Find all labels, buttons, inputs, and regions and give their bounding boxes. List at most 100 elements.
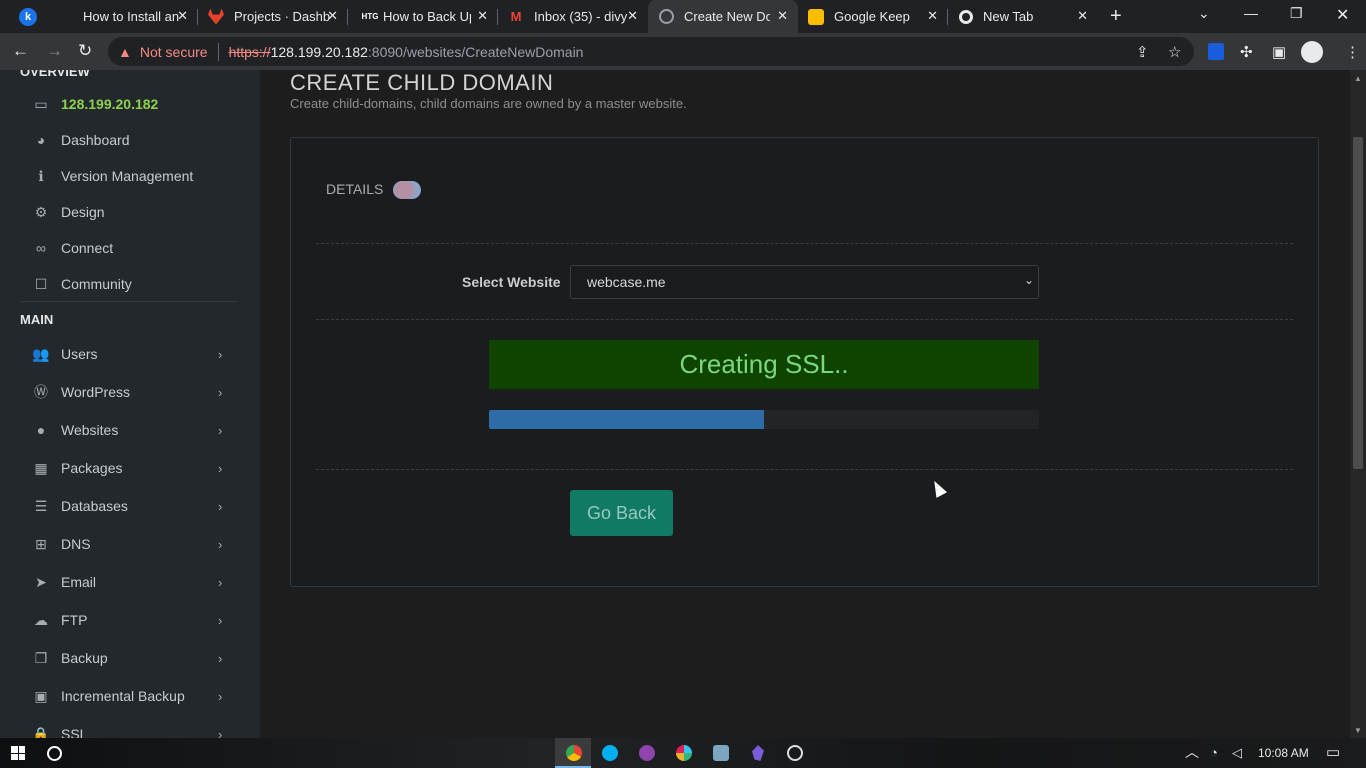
chevron-right-icon: › xyxy=(218,612,223,628)
sidebar-item-label: SSL xyxy=(61,726,88,738)
section-divider xyxy=(316,319,1293,320)
tray-chevron-icon[interactable]: ︿ xyxy=(1185,742,1199,762)
sidebar-item-connect[interactable]: ∞ Connect xyxy=(0,239,260,257)
close-icon[interactable]: ✕ xyxy=(327,8,338,24)
address-bar[interactable]: ▲ Not secure https://128.199.20.182:8090… xyxy=(108,37,1194,66)
close-icon[interactable]: ✕ xyxy=(777,8,788,24)
sidebar-item-label: Users xyxy=(61,346,98,362)
website-select[interactable]: webcase.me ⌄ xyxy=(570,265,1039,299)
sidebar-item-dns[interactable]: ⊞ DNS › xyxy=(0,535,260,553)
sidebar-item-users[interactable]: 👥 Users › xyxy=(0,345,260,363)
browser-tab[interactable]: M Inbox (35) - divy ✕ xyxy=(498,0,648,33)
scroll-down-icon[interactable]: ▼ xyxy=(1354,726,1362,735)
sidebar-item-label: Dashboard xyxy=(61,132,130,148)
browser-tab-active[interactable]: Create New Dom ✕ xyxy=(648,0,798,33)
details-label: DETAILS xyxy=(326,181,384,197)
sidebar-item-packages[interactable]: ▦ Packages › xyxy=(0,459,260,477)
obsidian-icon[interactable] xyxy=(752,745,764,761)
back-button[interactable]: ← xyxy=(12,41,29,61)
sidebar-item-label: Websites xyxy=(61,422,119,438)
share-icon[interactable]: ⇪ xyxy=(1136,43,1149,61)
scroll-up-icon[interactable]: ▲ xyxy=(1354,74,1362,83)
sidebar-item-ftp[interactable]: ☁ FTP › xyxy=(0,611,260,629)
sidebar-item-design[interactable]: ⚙ Design xyxy=(0,203,260,221)
restore-button[interactable]: ❐ xyxy=(1290,5,1303,22)
browser-tab[interactable]: How to Install an ✕ xyxy=(50,0,198,33)
sidebar-item-label: FTP xyxy=(61,612,88,628)
cloud-upload-icon: ☁ xyxy=(34,611,48,628)
chevron-right-icon: › xyxy=(218,536,223,552)
chrome-icon[interactable] xyxy=(566,745,582,761)
side-panel-icon[interactable]: ▣ xyxy=(1272,43,1286,61)
close-icon[interactable]: ✕ xyxy=(177,8,188,24)
sidebar-heading-overview: OVERVIEW xyxy=(20,70,90,79)
star-icon[interactable]: ☆ xyxy=(1168,43,1181,61)
sidebar-item-databases[interactable]: ☰ Databases › xyxy=(0,497,260,515)
volume-icon[interactable]: ◁ xyxy=(1232,745,1242,761)
chevron-right-icon: › xyxy=(218,650,223,666)
sidebar-item-dashboard[interactable]: ◕ Dashboard xyxy=(0,131,260,149)
sidebar-item-incremental-backup[interactable]: ▣ Incremental Backup › xyxy=(0,687,260,705)
sidebar-item-community[interactable]: ☐ Community xyxy=(0,275,260,293)
menu-icon[interactable]: ⋮ xyxy=(1345,43,1360,61)
slack-icon[interactable] xyxy=(676,745,692,761)
page-scrollbar[interactable]: ▲ ▼ xyxy=(1350,70,1366,738)
monitor-icon[interactable] xyxy=(713,745,729,761)
wordpress-icon: Ⓦ xyxy=(34,384,48,400)
forward-button[interactable]: → xyxy=(46,41,63,61)
scrollbar-thumb[interactable] xyxy=(1353,137,1363,469)
extensions-icon[interactable]: ✣ xyxy=(1240,43,1253,61)
selected-website: webcase.me xyxy=(587,274,666,290)
go-back-button[interactable]: Go Back xyxy=(570,490,673,536)
browser-tab-strip: k How to Install an ✕ Projects · Dashb ✕… xyxy=(0,0,1366,33)
sidebar-item-label: Email xyxy=(61,574,97,590)
sidebar-item-wordpress[interactable]: Ⓦ WordPress › xyxy=(0,383,260,401)
sidebar-item-backup[interactable]: ❐ Backup › xyxy=(0,649,260,667)
gmail-icon: M xyxy=(510,9,522,24)
reload-button[interactable]: ↻ xyxy=(78,41,92,61)
warning-icon: ▲ xyxy=(118,43,132,60)
close-icon[interactable]: ✕ xyxy=(927,8,938,24)
close-icon[interactable]: ✕ xyxy=(627,8,638,24)
app-icon[interactable] xyxy=(639,745,655,761)
chevron-right-icon: › xyxy=(218,498,223,514)
new-tab-button[interactable]: + xyxy=(1110,5,1122,28)
chevron-right-icon: › xyxy=(218,460,223,476)
chat-icon: ☐ xyxy=(34,275,48,292)
browser-tab[interactable]: Projects · Dashb ✕ xyxy=(198,0,348,33)
tab-search-icon[interactable]: k xyxy=(19,8,37,26)
server-ip: 128.199.20.182 xyxy=(61,96,159,112)
minimize-button[interactable]: — xyxy=(1244,5,1258,21)
notification-icon[interactable]: ▭ xyxy=(1326,743,1340,761)
tab-title: Create New Dom xyxy=(684,9,770,24)
close-window-button[interactable]: ✕ xyxy=(1336,5,1349,25)
wifi-icon[interactable]: ◔ xyxy=(1210,745,1218,760)
gitlab-icon xyxy=(208,8,224,25)
taskbar-clock[interactable]: 10:08 AM xyxy=(1258,746,1309,760)
details-toggle[interactable] xyxy=(393,181,421,199)
paper-plane-icon: ➤ xyxy=(35,573,47,590)
sidebar-item-websites[interactable]: ● Websites › xyxy=(0,421,260,439)
windows-start-icon[interactable] xyxy=(11,746,25,760)
globe-icon: ● xyxy=(36,422,46,438)
sitemap-icon: ⊞ xyxy=(35,535,47,552)
sidebar-item-label: Databases xyxy=(61,498,128,514)
search-icon[interactable] xyxy=(47,746,62,761)
profile-avatar[interactable] xyxy=(1301,41,1323,63)
sidebar-item-ssl[interactable]: 🔒 SSL › xyxy=(0,725,260,739)
bitwarden-icon[interactable] xyxy=(1208,43,1224,60)
tab-list-chevron-icon[interactable]: ⌄ xyxy=(1198,5,1210,22)
link-icon: ∞ xyxy=(36,240,46,256)
browser-tab[interactable]: HTG How to Back Up ✕ xyxy=(348,0,498,33)
browser-tab[interactable]: Google Keep ✕ xyxy=(798,0,948,33)
close-icon[interactable]: ✕ xyxy=(477,8,488,24)
skype-icon[interactable] xyxy=(602,745,618,761)
browser-tab[interactable]: New Tab ✕ xyxy=(948,0,1098,33)
sync-icon[interactable] xyxy=(787,745,803,761)
sidebar-item-server-ip[interactable]: ▭ 128.199.20.182 xyxy=(0,95,260,113)
close-icon[interactable]: ✕ xyxy=(1077,8,1088,24)
sidebar-item-email[interactable]: ➤ Email › xyxy=(0,573,260,591)
users-icon: 👥 xyxy=(32,345,50,362)
sidebar-item-version-management[interactable]: ℹ Version Management xyxy=(0,167,260,185)
info-icon: ℹ xyxy=(38,167,44,184)
